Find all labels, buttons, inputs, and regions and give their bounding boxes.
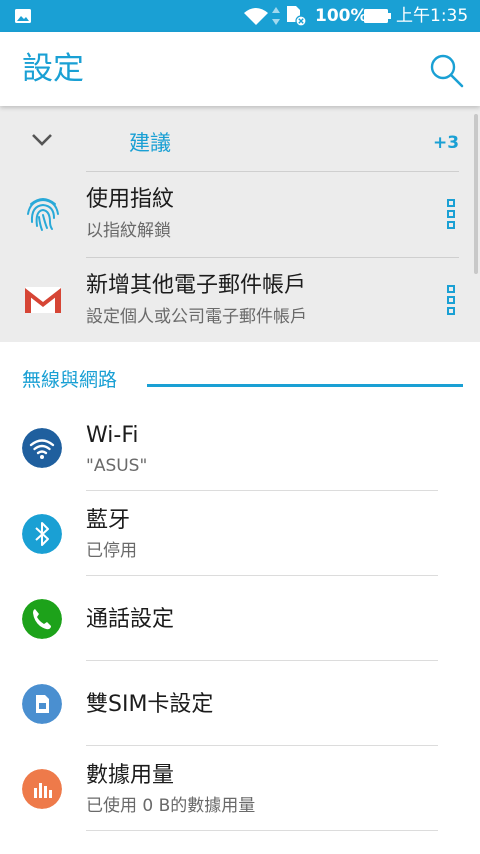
page-title: 設定 [22, 51, 84, 87]
suggestion-subtitle: 設定個人或公司電子郵件帳戶 [86, 307, 307, 327]
settings-item-call-settings[interactable]: 通話設定 [0, 576, 480, 661]
settings-item-data-usage[interactable]: 數據用量 已使用 0 B的數據用量 [0, 746, 480, 831]
suggestions-header[interactable]: 建議 +3 [0, 106, 480, 172]
section-underline [147, 384, 463, 387]
item-subtitle: 已使用 0 B的數據用量 [86, 796, 256, 816]
battery-percentage: 100% [315, 6, 368, 26]
sim-card-icon [22, 684, 62, 724]
clock: 上午1:35 [396, 6, 469, 26]
data-usage-icon [22, 769, 62, 809]
item-title: 數據用量 [86, 763, 175, 788]
item-title: 通話設定 [86, 607, 175, 632]
fingerprint-icon [27, 198, 59, 231]
sim-card-off-icon [287, 6, 307, 27]
suggestions-label: 建議 [129, 131, 171, 155]
bluetooth-icon [22, 514, 62, 554]
item-title: 藍牙 [86, 508, 131, 533]
status-bar: 100% 上午1:35 [0, 0, 480, 32]
item-title: 雙SIM卡設定 [86, 692, 214, 717]
phone-icon [22, 599, 62, 639]
more-options-icon[interactable] [444, 284, 458, 316]
section-title: 無線與網路 [22, 369, 118, 391]
app-header: 設定 [0, 32, 480, 106]
item-title: Wi-Fi [86, 423, 139, 448]
suggestions-panel: 建議 +3 使用指紋 以指紋解鎖 新增其他電子郵件帳戶 設定個人或公司電子郵件帳… [0, 106, 480, 342]
suggestion-fingerprint[interactable]: 使用指紋 以指紋解鎖 [0, 172, 480, 257]
settings-item-dual-sim[interactable]: 雙SIM卡設定 [0, 661, 480, 746]
data-activity-icon [272, 7, 280, 25]
wifi-icon [244, 8, 268, 25]
suggestion-title: 使用指紋 [86, 187, 175, 212]
divider [86, 830, 438, 831]
suggestion-subtitle: 以指紋解鎖 [86, 221, 171, 241]
item-subtitle: "ASUS" [86, 456, 148, 476]
item-subtitle: 已停用 [86, 541, 137, 561]
suggestions-count: +3 [433, 133, 460, 153]
suggestion-email[interactable]: 新增其他電子郵件帳戶 設定個人或公司電子郵件帳戶 [0, 258, 480, 343]
more-options-icon[interactable] [444, 198, 458, 230]
image-notification-icon [15, 9, 31, 23]
chevron-down-icon[interactable] [30, 132, 54, 148]
battery-icon [364, 9, 391, 23]
settings-item-wifi[interactable]: Wi-Fi "ASUS" [0, 406, 480, 491]
gmail-icon [25, 287, 61, 313]
wifi-icon [22, 428, 62, 468]
suggestion-title: 新增其他電子郵件帳戶 [86, 273, 307, 298]
settings-item-bluetooth[interactable]: 藍牙 已停用 [0, 491, 480, 576]
scrollbar[interactable] [474, 114, 478, 274]
search-icon[interactable] [428, 52, 466, 90]
